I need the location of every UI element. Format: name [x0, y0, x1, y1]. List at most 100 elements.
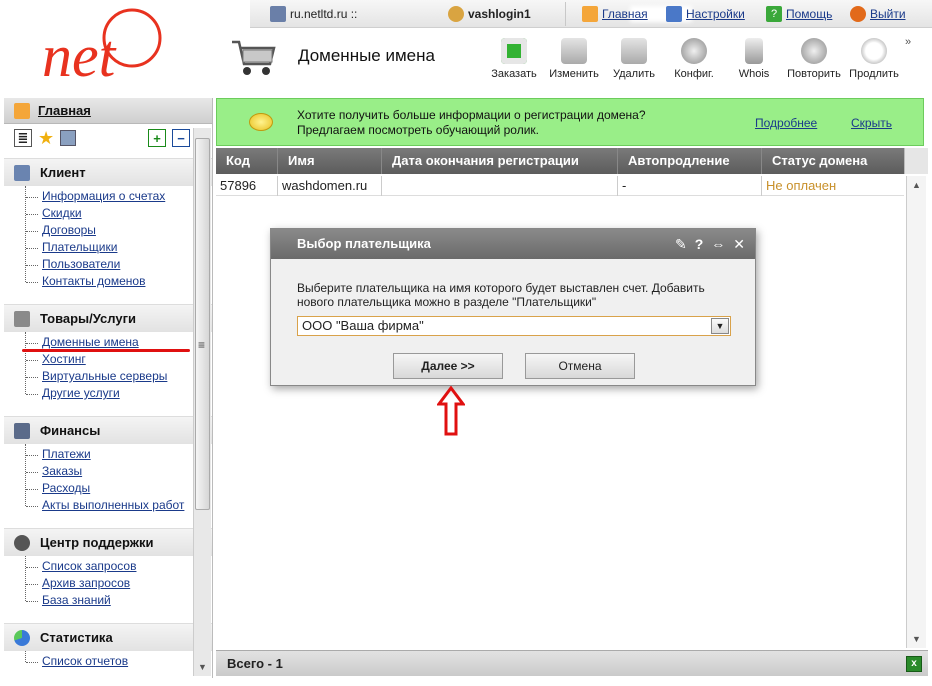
- sidebar-item-domain-contacts[interactable]: Контакты доменов: [26, 273, 212, 290]
- payer-dialog: Выбор плательщика ✎ ? ⇔ ✕ Выберите плате…: [270, 228, 756, 386]
- column-header-name[interactable]: Имя: [278, 148, 382, 174]
- scroll-up-icon[interactable]: ▲: [912, 180, 921, 190]
- scroll-down-icon[interactable]: ▼: [198, 662, 207, 672]
- tree-view-icon[interactable]: ≣: [14, 129, 32, 147]
- sidebar-section-finance: Финансы Платежи Заказы Расходы Акты выпо…: [4, 416, 212, 522]
- logo-text: net: [42, 23, 117, 89]
- client-icon: [14, 164, 30, 181]
- cell-expiry: [382, 176, 618, 196]
- settings-icon: [666, 6, 682, 22]
- sidebar-tools: ≣ ★ + −: [4, 124, 212, 152]
- next-button[interactable]: Далее >>: [393, 353, 503, 379]
- clipboard-icon[interactable]: [60, 130, 77, 146]
- banner-text: Хотите получить больше информации о реги…: [297, 108, 646, 137]
- finance-icon: [14, 422, 30, 439]
- sidebar-item-other-services[interactable]: Другие услуги: [26, 385, 212, 402]
- sidebar-home[interactable]: Главная: [4, 98, 212, 124]
- sidebar-item-contracts[interactable]: Договоры: [26, 222, 212, 239]
- sidebar-item-payers[interactable]: Плательщики: [26, 239, 212, 256]
- settings-link[interactable]: Настройки: [666, 6, 745, 22]
- cancel-button[interactable]: Отмена: [525, 353, 635, 379]
- whois-button[interactable]: Whois: [724, 38, 784, 80]
- home-icon: [14, 102, 30, 119]
- sidebar-item-request-archive[interactable]: Архив запросов: [26, 575, 212, 592]
- pie-chart-icon: [14, 629, 30, 646]
- column-header-expiry[interactable]: Дата окончания регистрации: [382, 148, 618, 174]
- sidebar-item-users[interactable]: Пользователи: [26, 256, 212, 273]
- page-title: Доменные имена: [298, 46, 435, 65]
- sidebar-item-requests[interactable]: Список запросов: [26, 558, 212, 575]
- more-info-link[interactable]: Подробнее: [755, 116, 817, 130]
- sidebar-section-stats: Статистика Список отчетов: [4, 623, 212, 678]
- top-bar: ru.netltd.ru :: vashlogin1 Главная Настр…: [250, 0, 932, 28]
- sidebar-scroll-thumb[interactable]: [195, 138, 210, 510]
- highlight-underline: [22, 349, 190, 352]
- chevron-down-icon[interactable]: ▼: [711, 318, 729, 334]
- edit-icon: [561, 38, 587, 64]
- grid-scrollbar[interactable]: ▲ ▼: [906, 176, 926, 648]
- cell-code: 57896: [216, 176, 278, 196]
- hide-banner-link[interactable]: Скрыть: [851, 116, 892, 130]
- sidebar-section-client: Клиент Информация о счетах Скидки Догово…: [4, 158, 212, 298]
- column-header-code[interactable]: Код: [216, 148, 278, 174]
- grid-footer: Всего - 1 x: [216, 650, 928, 676]
- repeat-button[interactable]: Повторить: [784, 38, 844, 80]
- separator: [565, 2, 566, 26]
- favorites-icon[interactable]: ★: [38, 128, 54, 149]
- sidebar-item-orders[interactable]: Заказы: [26, 463, 212, 480]
- pin-icon[interactable]: ✎: [675, 229, 687, 259]
- sidebar-item-expenses[interactable]: Расходы: [26, 480, 212, 497]
- table-row[interactable]: 57896 washdomen.ru - Не оплачен: [216, 176, 904, 196]
- grid-header: Код Имя Дата окончания регистрации Автоп…: [216, 148, 904, 174]
- sidebar-item-reports[interactable]: Список отчетов: [26, 653, 212, 670]
- sidebar: Главная ≣ ★ + − Клиент Информация о счет…: [4, 98, 213, 678]
- edit-button[interactable]: Изменить: [544, 38, 604, 80]
- red-arrow-icon: [437, 386, 465, 436]
- sidebar-scrollbar[interactable]: ▼: [193, 128, 211, 676]
- cart-icon: [232, 40, 276, 75]
- close-icon[interactable]: ✕: [733, 229, 745, 259]
- toolbar: Заказать Изменить Удалить Конфиг. Whois …: [484, 38, 904, 80]
- renew-button[interactable]: Продлить: [844, 38, 904, 80]
- collapse-all-icon[interactable]: −: [172, 129, 190, 147]
- help-link[interactable]: ? Помощь: [766, 6, 832, 22]
- section-header-stats[interactable]: Статистика: [4, 623, 212, 651]
- excel-export-icon[interactable]: x: [906, 656, 922, 672]
- info-banner: Хотите получить больше информации о реги…: [216, 98, 924, 146]
- sidebar-item-knowledge-base[interactable]: База знаний: [26, 592, 212, 609]
- calculator-icon: [270, 6, 286, 22]
- delete-button[interactable]: Удалить: [604, 38, 664, 80]
- help-icon[interactable]: ?: [695, 229, 704, 259]
- resize-icon[interactable]: ⇔: [711, 229, 725, 259]
- payer-select[interactable]: ООО "Ваша фирма" ▼: [297, 316, 731, 336]
- home-link[interactable]: Главная: [582, 6, 648, 22]
- column-header-autorenew[interactable]: Автопродление: [618, 148, 762, 174]
- splitter-handle-icon[interactable]: ≡: [198, 338, 205, 352]
- config-button[interactable]: Конфиг.: [664, 38, 724, 80]
- order-button[interactable]: Заказать: [484, 38, 544, 80]
- cell-name: washdomen.ru: [278, 176, 382, 196]
- sidebar-item-hosting[interactable]: Хостинг: [26, 351, 212, 368]
- section-header-services[interactable]: Товары/Услуги: [4, 304, 212, 332]
- power-icon: [850, 6, 866, 22]
- sidebar-item-discounts[interactable]: Скидки: [26, 205, 212, 222]
- scroll-down-icon[interactable]: ▼: [912, 634, 921, 644]
- section-header-client[interactable]: Клиент: [4, 158, 212, 186]
- net-logo: net: [42, 8, 162, 89]
- section-header-finance[interactable]: Финансы: [4, 416, 212, 444]
- column-header-status[interactable]: Статус домена: [762, 148, 904, 174]
- delete-icon: [621, 38, 647, 64]
- sidebar-section-services: Товары/Услуги Доменные имена Хостинг Вир…: [4, 304, 212, 410]
- section-header-support[interactable]: Центр поддержки: [4, 528, 212, 556]
- headset-icon: [14, 534, 30, 551]
- help-icon: ?: [766, 6, 782, 22]
- expand-all-icon[interactable]: +: [148, 129, 166, 147]
- sidebar-item-billing-info[interactable]: Информация о счетах: [26, 188, 212, 205]
- column-chooser-icon[interactable]: [904, 148, 928, 174]
- add-icon: [501, 38, 527, 64]
- sidebar-item-vps[interactable]: Виртуальные серверы: [26, 368, 212, 385]
- sidebar-item-acts[interactable]: Акты выполненных работ: [26, 497, 212, 514]
- logout-link[interactable]: Выйти: [850, 6, 906, 22]
- sidebar-item-payments[interactable]: Платежи: [26, 446, 212, 463]
- more-tools-icon[interactable]: »: [905, 36, 911, 48]
